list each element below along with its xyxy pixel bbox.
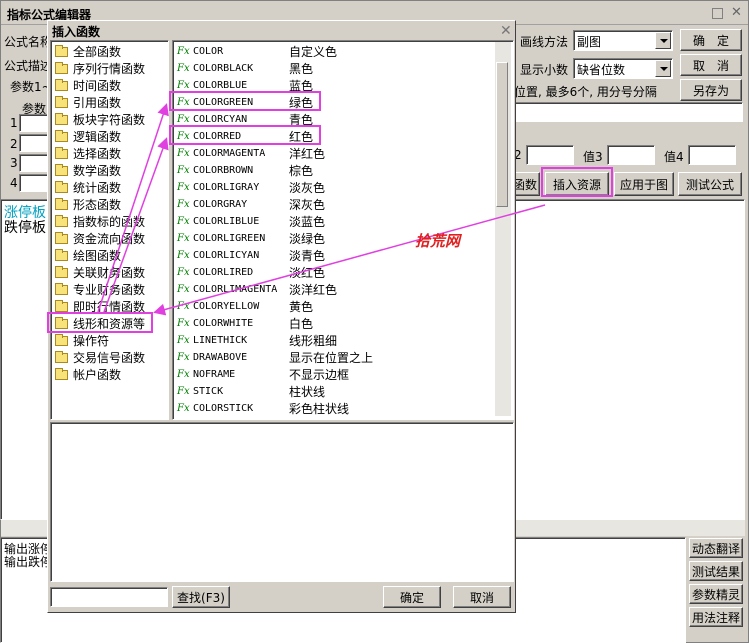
arrow-to-category	[153, 204, 546, 316]
arrow-to-colorgreen	[97, 103, 169, 313]
arrow-to-colorred	[103, 137, 169, 313]
annotation-arrows	[97, 103, 546, 316]
watermark-text: 拾荒网	[415, 232, 461, 250]
